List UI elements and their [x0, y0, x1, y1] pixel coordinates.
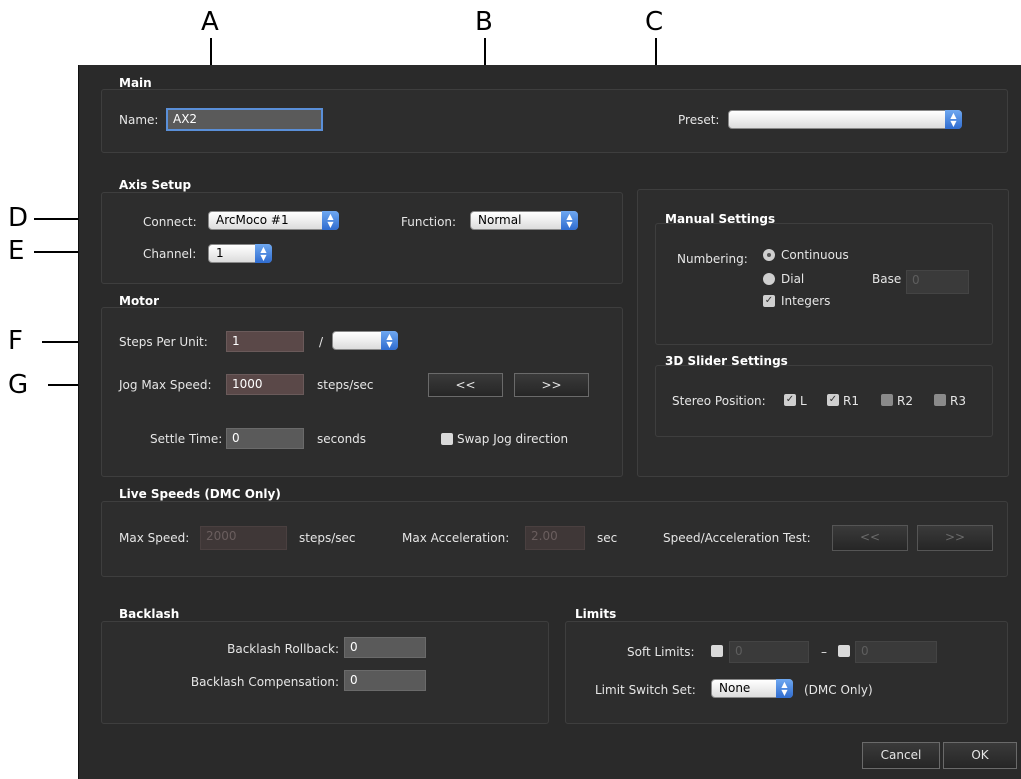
- stereo-l-label: L: [800, 394, 807, 408]
- chevron-updown-icon: ▲ ▼: [776, 679, 793, 698]
- chevron-updown-icon: ▲ ▼: [322, 211, 339, 230]
- axis-settings-dialog: Main Name: AX2 Preset: ▲ ▼ Axis Setup Con…: [78, 65, 1021, 779]
- soft-limits-dash: –: [821, 645, 827, 659]
- function-label: Function:: [401, 215, 457, 229]
- settle-time-label: Settle Time:: [150, 432, 223, 446]
- soft-max-field[interactable]: 0: [855, 641, 937, 663]
- continuous-label: Continuous: [781, 248, 849, 262]
- soft-limits-label: Soft Limits:: [627, 645, 695, 659]
- jog-forward-button[interactable]: >>: [514, 373, 589, 397]
- speed-test-back-button[interactable]: <<: [832, 525, 908, 551]
- callout-e: E: [8, 236, 25, 266]
- base-label: Base: [872, 272, 902, 286]
- callout-a: A: [201, 7, 219, 37]
- max-acceleration-label: Max Acceleration:: [402, 531, 510, 545]
- stereo-r2-checkbox[interactable]: [881, 394, 893, 406]
- chevron-updown-icon: ▲ ▼: [561, 211, 578, 230]
- unit-select[interactable]: ▲ ▼: [332, 331, 398, 350]
- dial-radio[interactable]: [763, 273, 775, 285]
- stereo-r3-label: R3: [950, 394, 966, 408]
- function-value: Normal: [478, 213, 522, 227]
- base-field[interactable]: 0: [906, 270, 969, 294]
- backlash-compensation-field[interactable]: 0: [344, 670, 426, 691]
- speed-test-forward-button[interactable]: >>: [917, 525, 993, 551]
- axis-setup-group: [101, 192, 623, 284]
- chevron-updown-icon: ▲ ▼: [255, 244, 272, 263]
- ok-button[interactable]: OK: [943, 742, 1017, 769]
- max-speed-label: Max Speed:: [119, 531, 190, 545]
- backlash-rollback-label: Backlash Rollback:: [227, 642, 339, 656]
- callout-d: D: [8, 203, 29, 233]
- limit-switch-label: Limit Switch Set:: [595, 683, 696, 697]
- settle-time-field[interactable]: 0: [226, 428, 304, 449]
- swap-jog-checkbox[interactable]: [441, 433, 453, 445]
- connect-value: ArcMoco #1: [216, 213, 289, 227]
- manual-settings-title: Manual Settings: [665, 212, 776, 226]
- callout-g: G: [8, 370, 29, 400]
- stereo-position-label: Stereo Position:: [672, 394, 766, 408]
- name-field[interactable]: AX2: [166, 108, 323, 131]
- name-label: Name:: [119, 113, 159, 127]
- max-speed-unit: steps/sec: [299, 531, 356, 545]
- channel-value: 1: [216, 246, 224, 260]
- max-acceleration-field[interactable]: 2.00: [525, 526, 585, 550]
- axis-setup-title: Axis Setup: [119, 178, 192, 192]
- channel-label: Channel:: [143, 247, 197, 261]
- dial-label: Dial: [781, 272, 805, 286]
- limit-switch-value: None: [719, 681, 751, 695]
- soft-max-checkbox[interactable]: [838, 645, 850, 657]
- jog-speed-unit: steps/sec: [317, 378, 374, 392]
- cancel-button[interactable]: Cancel: [862, 742, 940, 769]
- slash-label: /: [319, 335, 324, 349]
- limits-group: [565, 621, 1008, 724]
- jog-back-button[interactable]: <<: [428, 373, 503, 397]
- numbering-label: Numbering:: [677, 252, 748, 266]
- slider3d-title: 3D Slider Settings: [665, 354, 788, 368]
- backlash-title: Backlash: [119, 607, 180, 621]
- continuous-radio[interactable]: [763, 249, 775, 261]
- backlash-rollback-field[interactable]: 0: [344, 637, 426, 658]
- steps-per-unit-field[interactable]: 1: [226, 331, 304, 352]
- preset-select[interactable]: ▲ ▼: [728, 110, 962, 129]
- live-speeds-title: Live Speeds (DMC Only): [119, 487, 281, 501]
- motor-title: Motor: [119, 294, 160, 308]
- preset-label: Preset:: [678, 113, 720, 127]
- main-section-title: Main: [119, 76, 152, 90]
- callout-f: F: [8, 326, 23, 356]
- stereo-r2-label: R2: [897, 394, 913, 408]
- integers-checkbox[interactable]: ✓: [763, 295, 775, 307]
- speed-test-label: Speed/Acceleration Test:: [663, 531, 811, 545]
- max-speed-field[interactable]: 2000: [200, 526, 287, 550]
- connect-label: Connect:: [143, 215, 197, 229]
- settle-time-unit: seconds: [317, 432, 367, 446]
- jog-max-speed-label: Jog Max Speed:: [119, 378, 212, 392]
- backlash-compensation-label: Backlash Compensation:: [190, 675, 339, 689]
- function-select[interactable]: Normal ▲ ▼: [470, 211, 578, 230]
- swap-jog-label: Swap Jog direction: [457, 432, 569, 446]
- steps-per-unit-label: Steps Per Unit:: [119, 335, 208, 349]
- callout-b: B: [475, 7, 493, 37]
- stereo-r1-checkbox[interactable]: ✓: [827, 394, 839, 406]
- limits-title: Limits: [575, 607, 617, 621]
- max-acceleration-unit: sec: [597, 531, 618, 545]
- stereo-l-checkbox[interactable]: ✓: [784, 394, 796, 406]
- connect-select[interactable]: ArcMoco #1 ▲ ▼: [208, 211, 339, 230]
- integers-label: Integers: [781, 294, 831, 308]
- chevron-updown-icon: ▲ ▼: [945, 110, 962, 129]
- backlash-group: [101, 621, 549, 724]
- soft-min-field[interactable]: 0: [729, 641, 809, 663]
- stereo-r3-checkbox[interactable]: [934, 394, 946, 406]
- callout-c: C: [645, 7, 664, 37]
- chevron-updown-icon: ▲ ▼: [381, 331, 398, 350]
- jog-max-speed-field[interactable]: 1000: [226, 374, 304, 395]
- limit-switch-select[interactable]: None ▲ ▼: [711, 679, 793, 698]
- limit-switch-note: (DMC Only): [804, 683, 873, 697]
- channel-select[interactable]: 1 ▲ ▼: [208, 244, 272, 263]
- soft-min-checkbox[interactable]: [711, 645, 723, 657]
- stereo-r1-label: R1: [843, 394, 859, 408]
